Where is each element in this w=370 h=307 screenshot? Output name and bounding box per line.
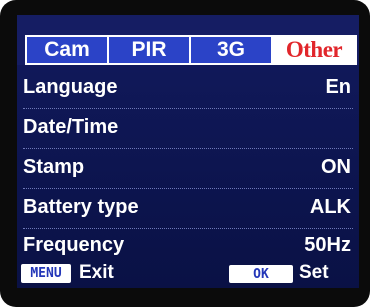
setting-label: Language	[23, 76, 118, 98]
setting-label: Frequency	[23, 234, 125, 256]
settings-screen: Cam PIR 3G Other Language En Date/Time S…	[17, 15, 359, 288]
setting-label: Battery type	[23, 196, 139, 218]
setting-row-language[interactable]: Language En	[23, 71, 353, 104]
tab-cam-label: Cam	[44, 38, 90, 61]
setting-value: ON	[321, 156, 351, 178]
tab-pir-label: PIR	[131, 38, 167, 61]
menu-key-label: MENU	[30, 266, 62, 281]
menu-key-badge[interactable]: MENU	[21, 264, 71, 283]
tab-other-label: Other	[285, 37, 343, 62]
setting-value: 50Hz	[304, 234, 351, 256]
setting-row-stamp[interactable]: Stamp ON	[23, 151, 353, 184]
tab-cam[interactable]: Cam	[25, 35, 109, 65]
setting-value: ALK	[309, 196, 351, 218]
footer-hint-bar: MENU Exit OK Set	[17, 261, 359, 288]
tab-3g-label: 3G	[216, 38, 245, 61]
setting-label: Date/Time	[23, 116, 119, 138]
tab-pir[interactable]: PIR	[107, 35, 191, 65]
setting-row-frequency[interactable]: Frequency 50Hz	[23, 229, 353, 262]
set-label: Set	[299, 262, 329, 283]
ok-key-label: OK	[253, 266, 269, 282]
setting-row-battery-type[interactable]: Battery type ALK	[23, 191, 353, 224]
setting-value: En	[325, 76, 351, 98]
setting-label: Stamp	[23, 156, 85, 178]
ok-key-badge[interactable]: OK	[229, 265, 293, 283]
tab-other[interactable]: Other	[271, 35, 357, 65]
setting-row-date-time[interactable]: Date/Time	[23, 111, 353, 144]
row-divider	[23, 108, 353, 109]
tab-3g[interactable]: 3G	[189, 35, 273, 65]
tab-bar: Cam PIR 3G Other	[17, 15, 359, 65]
exit-label: Exit	[79, 262, 114, 283]
row-divider	[23, 148, 353, 149]
camera-device-frame: Cam PIR 3G Other Language En Date/Time S…	[0, 0, 370, 307]
row-divider	[23, 188, 353, 189]
